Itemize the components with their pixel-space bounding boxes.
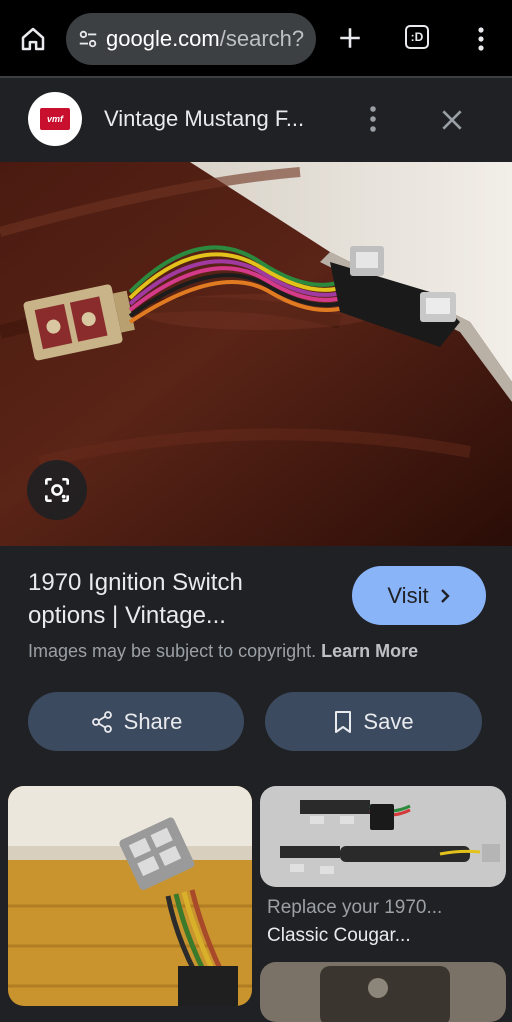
image-viewer-header: vmf Vintage Mustang F... (0, 78, 512, 162)
related-image-3[interactable] (260, 962, 506, 1022)
visit-button[interactable]: Visit (352, 566, 486, 625)
save-button[interactable]: Save (265, 692, 482, 751)
copyright-text: Images may be subject to copyright. (28, 641, 317, 661)
related-image-1[interactable] (8, 786, 252, 1006)
chevron-right-icon (439, 588, 451, 604)
share-label: Share (123, 708, 183, 734)
tab-switcher-button[interactable]: :D (402, 22, 432, 52)
bookmark-icon (333, 710, 353, 734)
related-caption-line1: Replace your 1970... (267, 897, 443, 918)
home-icon[interactable] (14, 20, 52, 58)
url-host: google.com (106, 26, 220, 51)
new-tab-icon[interactable] (332, 20, 368, 56)
browser-toolbar: google.com/search? :D (0, 0, 512, 76)
close-icon[interactable] (434, 102, 470, 138)
related-caption-line2: Classic Cougar... (267, 925, 411, 946)
site-settings-icon[interactable] (76, 27, 100, 51)
lens-search-icon[interactable] (27, 460, 87, 520)
overflow-menu-icon[interactable] (466, 22, 496, 56)
address-bar[interactable]: google.com/search? (66, 13, 316, 65)
result-title-line2: options | Vintage... (28, 602, 226, 629)
related-photo-1 (8, 786, 252, 1006)
related-caption-2[interactable]: Replace your 1970... Classic Cougar... (267, 894, 503, 950)
copyright-notice: Images may be subject to copyright. Lear… (28, 641, 418, 662)
share-button[interactable]: Share (28, 692, 244, 751)
save-label: Save (363, 708, 414, 734)
logo-mark: vmf (40, 108, 70, 130)
url-path: /search? (219, 26, 305, 51)
visit-label: Visit (387, 582, 429, 608)
share-icon (90, 710, 114, 734)
related-photo-3 (260, 962, 506, 1022)
site-logo[interactable]: vmf (28, 92, 82, 146)
related-image-2[interactable] (260, 786, 506, 887)
tab-count: :D (405, 25, 429, 49)
related-photo-2 (260, 786, 506, 887)
more-options-icon[interactable] (356, 102, 390, 136)
url-text[interactable]: google.com/search? (106, 26, 306, 52)
result-title[interactable]: 1970 Ignition Switch options | Vintage..… (28, 566, 328, 632)
result-title-line1: 1970 Ignition Switch (28, 569, 243, 596)
site-name[interactable]: Vintage Mustang F... (104, 106, 304, 132)
learn-more-link[interactable]: Learn More (321, 641, 418, 661)
